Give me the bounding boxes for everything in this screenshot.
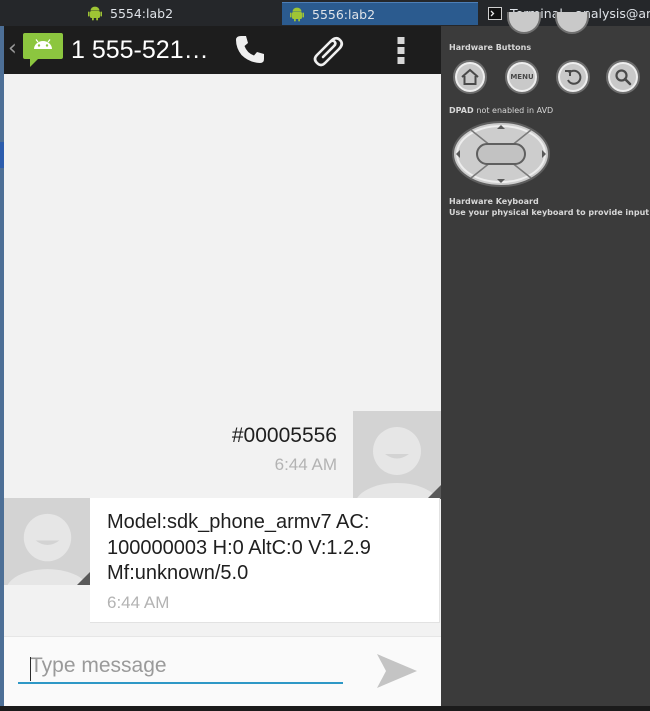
incoming-message[interactable]: Model:sdk_phone_armv7 AC: 100000003 H:0 …: [90, 498, 440, 623]
menu-button[interactable]: MENU: [505, 60, 539, 94]
android-icon: [88, 6, 102, 21]
message-timestamp: 6:44 AM: [107, 592, 170, 612]
taskbar-tab-label: 5554:lab2: [110, 6, 174, 21]
home-icon: [461, 68, 479, 85]
android-icon: [290, 7, 304, 21]
compose-bar: [4, 636, 441, 706]
action-bar: ‹ 1 555-521…: [4, 26, 441, 74]
outgoing-message[interactable]: #00005556 6:44 AM: [4, 411, 353, 499]
home-button[interactable]: [453, 60, 487, 94]
send-icon[interactable]: [374, 651, 420, 695]
search-icon: [615, 69, 632, 86]
volume-up-button[interactable]: [507, 12, 541, 34]
dpad[interactable]: [451, 120, 551, 192]
search-button[interactable]: [606, 60, 640, 94]
dpad-label: DPAD not enabled in AVD: [449, 106, 553, 115]
host-taskbar: 5554:lab2 5556:lab2 Terminal - analysis@…: [0, 0, 650, 26]
conversation-title: 1 555-521…: [71, 36, 209, 64]
message-timestamp: 6:44 AM: [274, 455, 337, 474]
message-text: Model:sdk_phone_armv7 AC: 100000003 H:0 …: [107, 511, 371, 584]
avatar[interactable]: [4, 498, 91, 585]
emulator-controls: Hardware Buttons MENU DPAD not enabled i…: [441, 12, 650, 706]
keyboard-note: Use your physical keyboard to provide in…: [449, 208, 650, 217]
taskbar-tab-5554[interactable]: 5554:lab2: [80, 2, 280, 25]
paperclip-icon[interactable]: [301, 26, 353, 74]
message-text: #00005556: [231, 424, 337, 447]
keyboard-label: Hardware Keyboard: [449, 197, 539, 206]
volume-down-button[interactable]: [555, 12, 589, 34]
emulator-screen[interactable]: ‹ 1 555-521… #00005556 6:44 AM Model:sdk…: [4, 26, 441, 706]
bubble-corner: [77, 571, 91, 585]
messaging-icon[interactable]: [22, 29, 64, 73]
taskbar-tab-label: 5556:lab2: [312, 6, 376, 22]
overflow-menu-icon[interactable]: [389, 26, 413, 74]
menu-button-label: MENU: [510, 73, 534, 81]
dpad-title: DPAD: [449, 106, 474, 115]
terminal-icon: [488, 7, 502, 20]
message-input[interactable]: [18, 649, 343, 684]
bubble-corner: [427, 485, 441, 499]
dpad-note: not enabled in AVD: [476, 106, 554, 115]
up-caret-icon[interactable]: ‹: [8, 34, 17, 64]
text-caret: [30, 657, 31, 681]
bottom-edge: [0, 706, 650, 711]
back-button[interactable]: [556, 60, 590, 94]
back-icon: [565, 69, 582, 85]
taskbar-tab-5556[interactable]: 5556:lab2: [282, 2, 478, 25]
hardware-buttons-label: Hardware Buttons: [449, 43, 532, 52]
phone-icon[interactable]: [226, 26, 274, 74]
avatar[interactable]: [353, 411, 441, 499]
